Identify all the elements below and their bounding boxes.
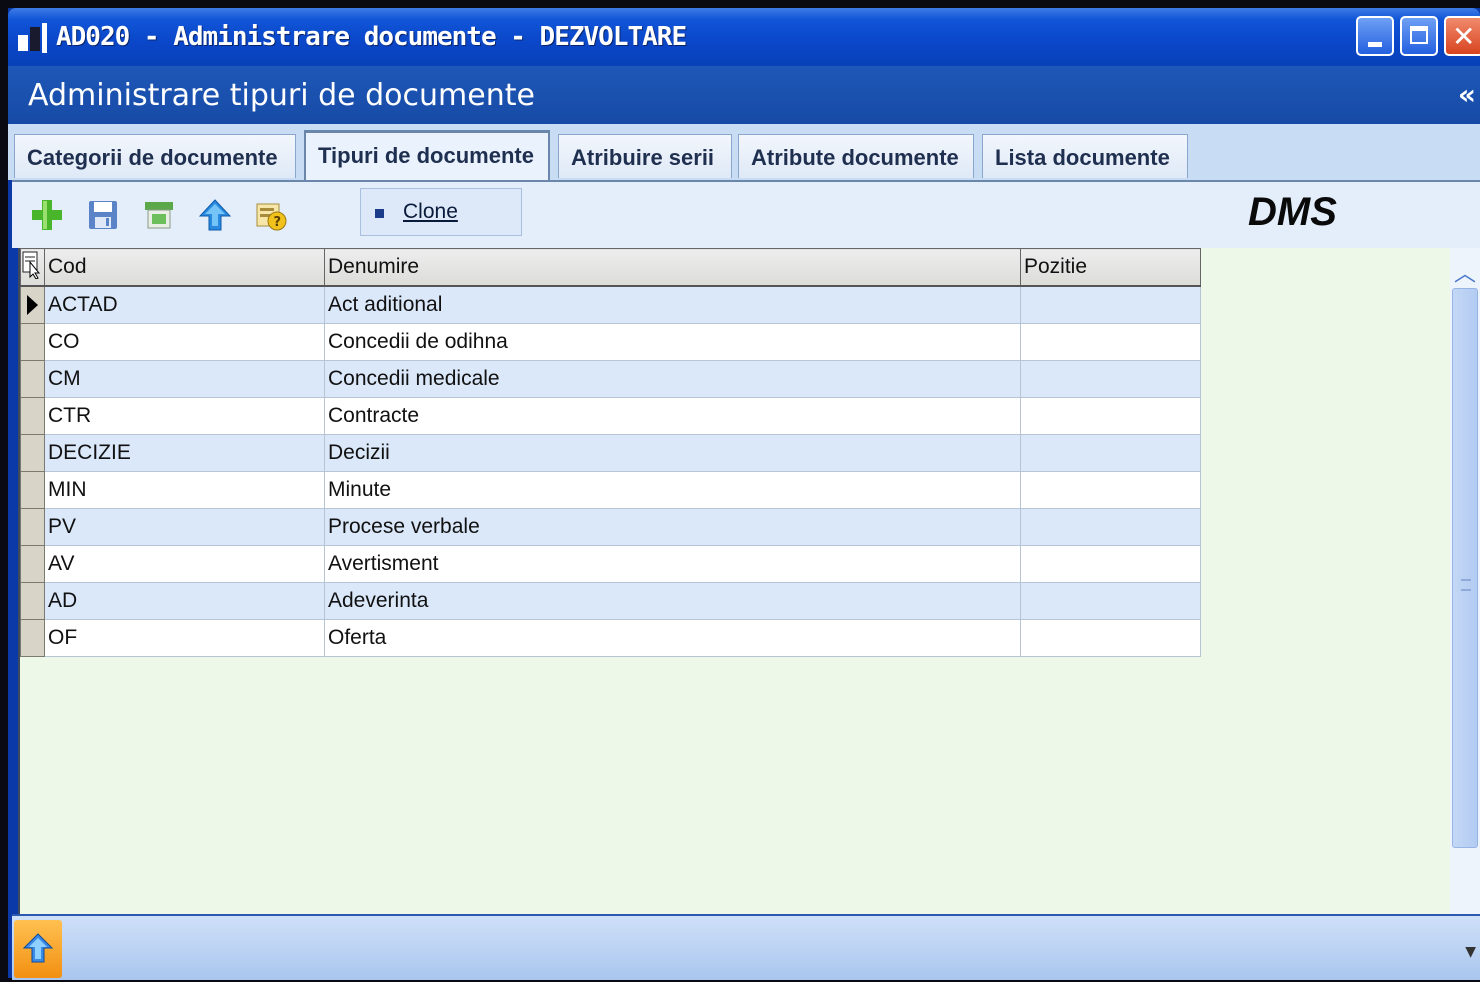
maximize-button[interactable] [1400,16,1438,56]
toolbar: ? Clone DMS [12,180,1480,248]
scroll-thumb[interactable] [1452,288,1478,848]
table-row[interactable]: DECIZIE Decizii [20,433,1201,472]
delete-icon[interactable] [142,198,176,232]
column-header-pozitie[interactable]: Pozitie [1020,248,1201,287]
row-selector[interactable] [20,581,45,620]
column-chooser-icon [22,251,41,280]
cell-cod[interactable]: AV [44,544,325,583]
cell-pozitie[interactable] [1020,433,1201,472]
grip-icon [1461,579,1471,591]
cell-pozitie[interactable] [1020,359,1201,398]
up-arrow-icon[interactable] [198,198,232,232]
minimize-button[interactable] [1356,16,1394,56]
cell-cod[interactable]: MIN [44,470,325,509]
grid-header-row: Cod Denumire Pozitie [20,248,1201,287]
cell-pozitie[interactable] [1020,285,1201,324]
tab-atribuire-serii[interactable]: Atribuire serii [558,134,732,178]
dropdown-arrow-icon[interactable]: ▼ [1465,944,1476,960]
table-row[interactable]: MIN Minute [20,470,1201,509]
cell-denumire[interactable]: Minute [324,470,1021,509]
up-arrow-icon [22,933,54,963]
document-types-grid: Cod Denumire Pozitie ACTAD Act aditional… [18,248,1452,918]
cell-cod[interactable]: CTR [44,396,325,435]
table-row[interactable]: CTR Contracte [20,396,1201,435]
row-selector[interactable] [20,433,45,472]
svg-text:?: ? [274,215,282,230]
cell-pozitie[interactable] [1020,396,1201,435]
save-icon[interactable] [86,198,120,232]
grid-table: Cod Denumire Pozitie ACTAD Act aditional… [20,248,1201,657]
cell-denumire[interactable]: Act aditional [324,285,1021,324]
cell-denumire[interactable]: Oferta [324,618,1021,657]
cell-cod[interactable]: PV [44,507,325,546]
clone-button[interactable]: Clone [360,188,522,236]
tab-strip: Categorii de documente Tipuri de documen… [8,124,1480,182]
tab-atribute-documente[interactable]: Atribute documente [738,134,974,178]
row-selector[interactable] [20,322,45,361]
row-selector[interactable] [20,544,45,583]
bullet-icon [375,209,384,218]
cell-cod[interactable]: CO [44,322,325,361]
title-bar[interactable]: AD020 - Administrare documente - DEZVOLT… [8,8,1480,66]
tab-lista-documente[interactable]: Lista documente [982,134,1188,178]
scroll-up-icon[interactable]: ︿ [1454,256,1476,288]
table-row[interactable]: ACTAD Act aditional [20,285,1201,324]
cell-pozitie[interactable] [1020,470,1201,509]
vertical-scrollbar[interactable]: ︿ [1450,248,1480,918]
cell-cod[interactable]: OF [44,618,325,657]
tab-categorii-de-documente[interactable]: Categorii de documente [14,134,296,178]
close-icon: ✕ [1452,20,1476,53]
cell-denumire[interactable]: Adeverinta [324,581,1021,620]
row-selector[interactable] [20,470,45,509]
row-selector[interactable] [20,359,45,398]
cell-cod[interactable]: ACTAD [44,285,325,324]
column-header-cod[interactable]: Cod [44,248,325,287]
table-row[interactable]: AD Adeverinta [20,581,1201,620]
brand-label: DMS [1248,190,1337,234]
cell-pozitie[interactable] [1020,581,1201,620]
window-title: AD020 - Administrare documente - DEZVOLT… [56,22,687,52]
app-window: AD020 - Administrare documente - DEZVOLT… [8,8,1480,980]
row-selector[interactable] [20,618,45,657]
footer-up-button[interactable] [14,920,62,978]
app-icon[interactable] [18,23,47,53]
cell-pozitie[interactable] [1020,618,1201,657]
page-header: Administrare tipuri de documente « [8,66,1480,124]
table-row[interactable]: AV Avertisment [20,544,1201,583]
table-row[interactable]: CO Concedii de odihna [20,322,1201,361]
cell-cod[interactable]: CM [44,359,325,398]
table-row[interactable]: PV Procese verbale [20,507,1201,546]
collapse-icon[interactable]: « [1458,78,1476,111]
cell-cod[interactable]: AD [44,581,325,620]
clone-label: Clone [403,200,458,223]
table-row[interactable]: OF Oferta [20,618,1201,657]
cell-pozitie[interactable] [1020,507,1201,546]
cell-denumire[interactable]: Avertisment [324,544,1021,583]
cell-pozitie[interactable] [1020,544,1201,583]
row-selector[interactable] [20,396,45,435]
cell-pozitie[interactable] [1020,322,1201,361]
column-header-denumire[interactable]: Denumire [324,248,1021,287]
grid-selector-header[interactable] [20,248,45,287]
cell-denumire[interactable]: Concedii medicale [324,359,1021,398]
tab-tipuri-de-documente[interactable]: Tipuri de documente [304,130,550,182]
row-selector[interactable] [20,285,45,324]
table-row[interactable]: CM Concedii medicale [20,359,1201,398]
cell-cod[interactable]: DECIZIE [44,433,325,472]
properties-icon[interactable]: ? [254,198,288,232]
cell-denumire[interactable]: Concedii de odihna [324,322,1021,361]
cell-denumire[interactable]: Contracte [324,396,1021,435]
row-selector[interactable] [20,507,45,546]
footer-bar: ▼ [12,914,1480,980]
cell-denumire[interactable]: Decizii [324,433,1021,472]
cell-denumire[interactable]: Procese verbale [324,507,1021,546]
page-title: Administrare tipuri de documente [28,78,535,113]
maximize-icon [1410,26,1428,44]
minimize-icon [1368,42,1382,47]
add-icon[interactable] [30,198,64,232]
close-button[interactable]: ✕ [1444,16,1480,56]
current-row-arrow-icon [27,294,38,315]
